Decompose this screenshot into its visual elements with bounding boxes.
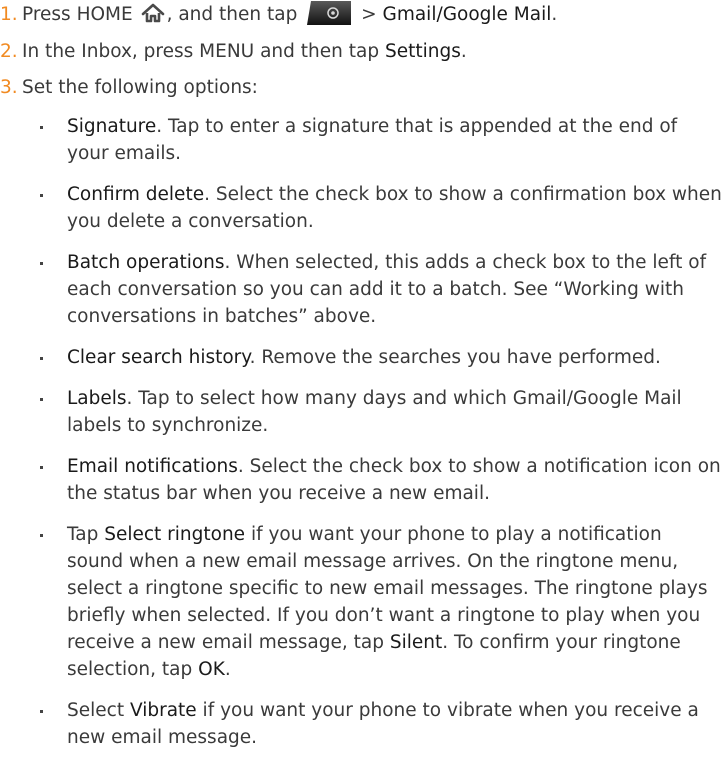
option-batch-operations: Batch operations. When selected, this ad… [38, 249, 723, 330]
step-2: 2. In the Inbox, press MENU and then tap … [0, 38, 727, 65]
home-icon [141, 3, 164, 23]
step-1: 1. Press HOME , and then tap > Gmail/Goog… [0, 1, 727, 28]
option-title: Email notifications [67, 456, 238, 477]
instructions-page: 1. Press HOME , and then tap > Gmail/Goog… [0, 0, 727, 759]
option-clear-search-history: Clear search history. Remove the searche… [38, 344, 723, 371]
option-title: Clear search history [67, 347, 250, 368]
option-title: Confirm delete [67, 184, 205, 205]
option-labels: Labels. Tap to select how many days and … [38, 385, 723, 439]
step-number: 2. [0, 41, 18, 62]
option-vibrate: Select Vibrate if you want your phone to… [38, 697, 723, 751]
step-3: 3. Set the following options: [0, 74, 727, 101]
ok-option: OK [198, 659, 225, 680]
option-title: Vibrate [129, 700, 197, 721]
option-signature: Signature. Tap to enter a signature that… [38, 113, 723, 167]
option-title: Select ringtone [104, 524, 246, 545]
option-email-notifications: Email notifications. Select the check bo… [38, 453, 723, 507]
option-title: Batch operations [67, 252, 225, 273]
all-apps-launcher-icon [307, 1, 352, 25]
option-confirm-delete: Confirm delete. Select the check box to … [38, 181, 723, 235]
option-select-ringtone: Tap Select ringtone if you want your pho… [38, 521, 723, 683]
step-number: 1. [0, 4, 18, 25]
settings-options-list: Signature. Tap to enter a signature that… [38, 113, 723, 765]
option-title: Signature [67, 116, 157, 137]
silent-option: Silent [389, 632, 443, 653]
option-title: Labels [67, 388, 127, 409]
step-number: 3. [0, 77, 18, 98]
